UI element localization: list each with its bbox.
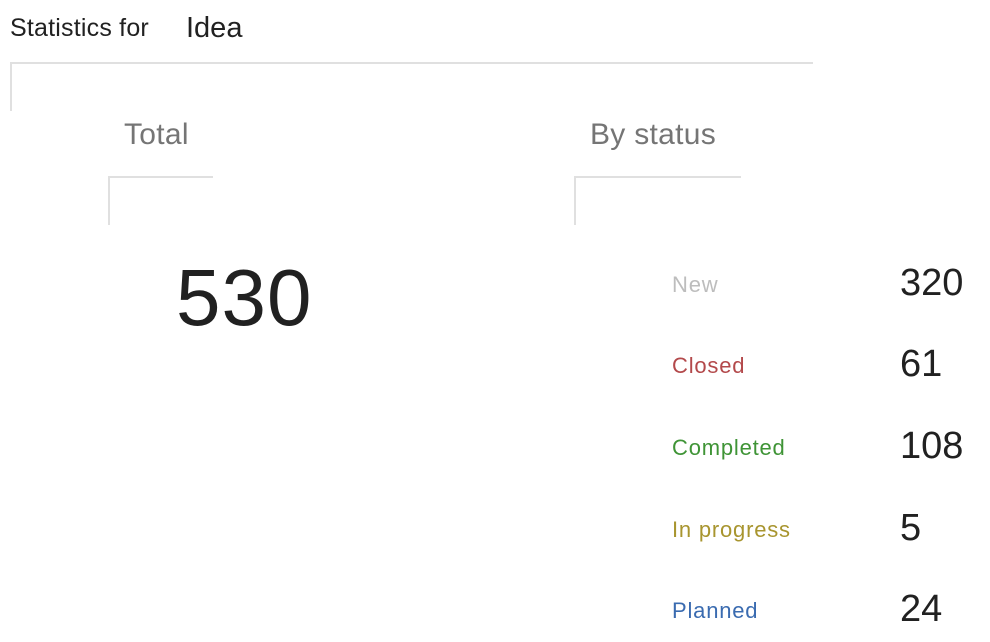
status-row-closed: Closed 61 <box>672 343 982 393</box>
status-label-in-progress: In progress <box>672 517 791 542</box>
total-divider <box>108 176 213 178</box>
status-label-completed: Completed <box>672 435 786 460</box>
status-row-in-progress: In progress 5 <box>672 507 982 557</box>
status-label-new: New <box>672 272 719 297</box>
header-divider <box>10 62 813 64</box>
by-status-divider-vertical <box>574 176 576 225</box>
status-value-completed: 108 <box>900 425 964 467</box>
status-value-new: 320 <box>900 262 964 304</box>
status-value-closed: 61 <box>900 343 943 385</box>
type-select-value: Idea <box>186 12 243 44</box>
total-divider-vertical <box>108 176 110 225</box>
header-prefix: Statistics for <box>10 14 149 42</box>
total-value: 530 <box>176 253 313 342</box>
statistics-header: Statistics for <box>10 14 149 50</box>
header-divider-vertical <box>10 62 12 111</box>
status-row-new: New 320 <box>672 262 982 312</box>
status-row-planned: Planned 24 <box>672 588 982 638</box>
status-value-in-progress: 5 <box>900 507 922 549</box>
status-label-closed: Closed <box>672 353 746 378</box>
status-label-planned: Planned <box>672 598 759 623</box>
by-status-divider <box>574 176 741 178</box>
status-row-completed: Completed 108 <box>672 425 982 475</box>
by-status-title: By status <box>590 118 717 151</box>
status-value-planned: 24 <box>900 588 943 630</box>
type-select[interactable]: Idea <box>180 12 262 63</box>
total-title: Total <box>124 118 189 151</box>
